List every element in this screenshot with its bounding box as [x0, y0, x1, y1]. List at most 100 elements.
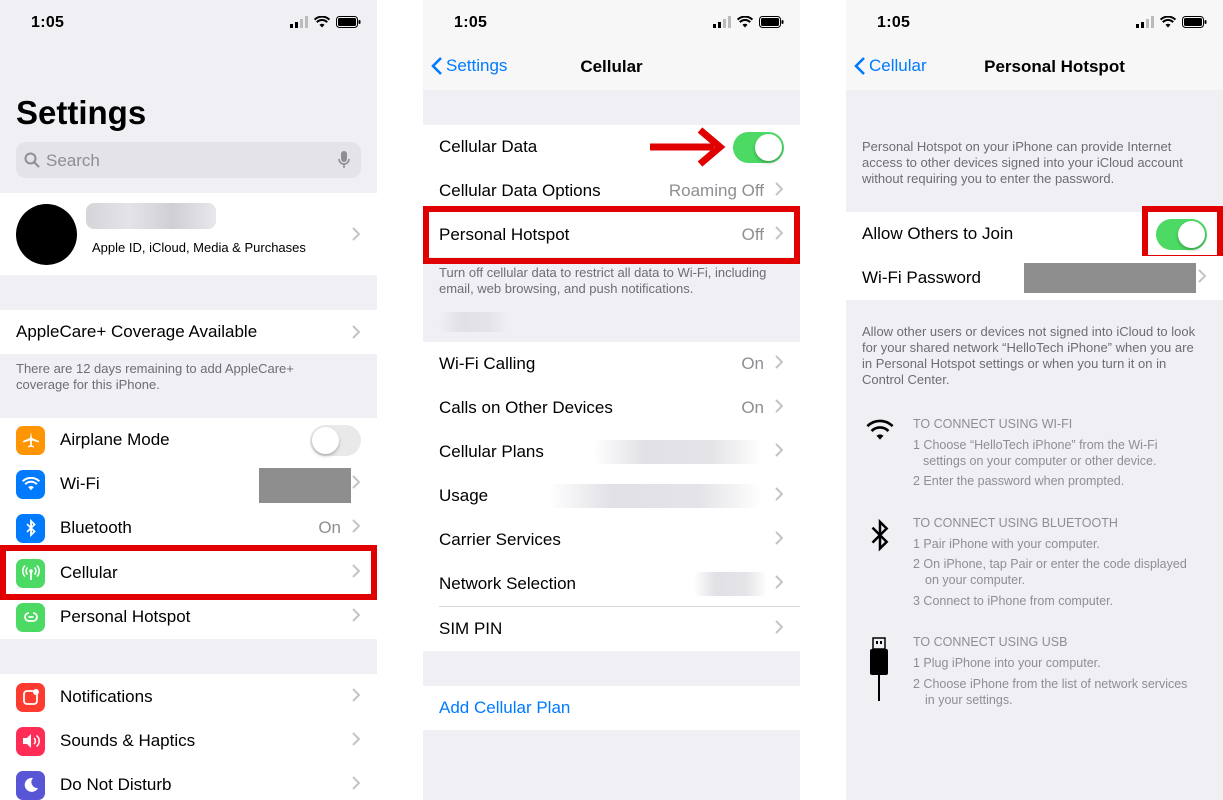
- add-cellular-plan-link[interactable]: Add Cellular Plan: [439, 698, 570, 718]
- page-title: Settings: [16, 94, 147, 131]
- wifi-status-icon: [737, 16, 753, 28]
- settings-row-sounds[interactable]: Sounds & Haptics: [0, 719, 377, 763]
- wifi-status-icon: [1160, 16, 1176, 28]
- wifi-network-redacted: [259, 468, 351, 503]
- wifi-status-icon: [314, 16, 330, 28]
- instruction-line: 2 Choose iPhone from the list of network…: [913, 677, 1188, 691]
- airplane-mode-toggle[interactable]: [310, 425, 361, 456]
- nav-bar: Settings Cellular: [423, 44, 800, 90]
- apple-id-row[interactable]: Apple ID, iCloud, Media & Purchases: [0, 193, 377, 275]
- settings-row-bluetooth[interactable]: Bluetooth On: [0, 506, 377, 550]
- blurred-value: [593, 440, 763, 464]
- microphone-icon[interactable]: [338, 151, 350, 169]
- calls-other-devices-row[interactable]: Calls on Other Devices On: [423, 386, 800, 430]
- applecare-row[interactable]: AppleCare+ Coverage Available: [0, 310, 377, 354]
- notifications-icon-box: [16, 682, 45, 712]
- avatar: [16, 204, 77, 265]
- settings-row-cellular[interactable]: Cellular: [0, 551, 377, 595]
- instruction-line: 2 Enter the password when prompted.: [913, 474, 1125, 488]
- hotspot-icon: [23, 612, 38, 622]
- settings-screen: 1:05 Settings Search Apple ID, iCloud, M…: [0, 0, 377, 800]
- chevron-right-icon: [352, 776, 360, 790]
- signal-icon: [1136, 16, 1154, 28]
- chevron-right-icon: [352, 227, 360, 241]
- bluetooth-instructions-heading: TO CONNECT USING BLUETOOTH: [913, 516, 1118, 530]
- personal-hotspot-row[interactable]: Personal Hotspot Off: [423, 213, 800, 257]
- cellular-screen: 1:05 Settings Cellular Cellular Data Cel…: [423, 0, 800, 800]
- add-cellular-plan-row[interactable]: Add Cellular Plan: [423, 686, 800, 730]
- data-options-value: Roaming Off: [668, 181, 764, 200]
- allow-others-toggle[interactable]: [1156, 219, 1207, 250]
- status-bar: 1:05: [423, 0, 800, 44]
- notifications-icon: [22, 689, 39, 705]
- chevron-right-icon: [352, 732, 360, 746]
- cellular-data-label: Cellular Data: [439, 137, 538, 156]
- instruction-line: 1 Pair iPhone with your computer.: [913, 537, 1100, 551]
- battery-icon: [759, 16, 784, 28]
- dnd-icon-box: [16, 770, 45, 800]
- data-options-label: Cellular Data Options: [439, 181, 601, 200]
- chevron-right-icon: [1198, 269, 1206, 283]
- status-indicators: [713, 16, 784, 28]
- settings-value-bluetooth: On: [318, 518, 341, 537]
- settings-label-cellular: Cellular: [60, 563, 118, 582]
- airplane-mode-icon-box: [16, 425, 45, 455]
- cellular-data-toggle[interactable]: [733, 132, 784, 163]
- allow-others-row[interactable]: Allow Others to Join: [846, 212, 1223, 256]
- applecare-note: There are 12 days remaining to add Apple…: [16, 361, 294, 392]
- cellular-data-options-row[interactable]: Cellular Data Options Roaming Off: [423, 169, 800, 213]
- settings-label-hotspot: Personal Hotspot: [60, 607, 191, 626]
- search-bar[interactable]: Search: [16, 142, 361, 178]
- cellular-data-row[interactable]: Cellular Data: [423, 125, 800, 169]
- settings-label-dnd: Do Not Disturb: [60, 775, 172, 794]
- applecare-label: AppleCare+ Coverage Available: [16, 322, 258, 341]
- carrier-services-row[interactable]: Carrier Services: [423, 518, 800, 562]
- cellular-icon-box: [16, 558, 45, 588]
- bluetooth-connect-icon: [871, 518, 889, 552]
- chevron-right-icon: [775, 399, 783, 413]
- status-indicators: [1136, 16, 1207, 28]
- settings-row-airplane[interactable]: Airplane Mode: [0, 418, 377, 462]
- wifi-password-label: Wi-Fi Password: [862, 268, 982, 287]
- blurred-caption: [439, 312, 509, 332]
- status-bar: 1:05: [0, 0, 377, 44]
- chevron-right-icon: [775, 182, 783, 196]
- search-icon: [24, 152, 40, 168]
- row-label: SIM PIN: [439, 619, 503, 638]
- chevron-left-icon: [854, 57, 865, 75]
- cellular-plans-row[interactable]: Cellular Plans: [423, 430, 800, 474]
- sim-pin-row[interactable]: SIM PIN: [423, 607, 800, 651]
- settings-row-notifications[interactable]: Notifications: [0, 675, 377, 719]
- row-label: Cellular Plans: [439, 442, 544, 461]
- airplane-icon: [22, 432, 39, 448]
- usage-row[interactable]: Usage: [423, 474, 800, 518]
- wifi-calling-row[interactable]: Wi-Fi Calling On: [423, 342, 800, 386]
- wifi-instructions-heading: TO CONNECT USING WI-FI: [913, 417, 1073, 431]
- blurred-value: [548, 484, 763, 508]
- network-selection-row[interactable]: Network Selection: [423, 562, 800, 606]
- nav-title: Personal Hotspot: [984, 57, 1125, 76]
- instruction-line: 1 Choose “HelloTech iPhone” from the Wi-…: [913, 438, 1158, 452]
- settings-row-hotspot[interactable]: Personal Hotspot: [0, 595, 377, 639]
- search-input[interactable]: Search: [46, 151, 100, 171]
- red-arrow-icon: [650, 127, 726, 167]
- hotspot-value: Off: [741, 225, 764, 244]
- instruction-line: in your settings.: [925, 693, 1013, 707]
- chevron-right-icon: [352, 688, 360, 702]
- chevron-right-icon: [775, 226, 783, 240]
- chevron-right-icon: [775, 487, 783, 501]
- chevron-right-icon: [352, 519, 360, 533]
- moon-icon: [24, 777, 38, 792]
- account-subtitle: Apple ID, iCloud, Media & Purchases: [92, 240, 306, 255]
- row-label: Usage: [439, 486, 489, 505]
- chevron-right-icon: [775, 443, 783, 457]
- settings-row-dnd[interactable]: Do Not Disturb: [0, 763, 377, 800]
- chevron-right-icon: [352, 564, 360, 578]
- sounds-icon-box: [16, 726, 45, 756]
- chevron-right-icon: [775, 531, 783, 545]
- nav-title: Cellular: [580, 57, 643, 76]
- row-label: Calls on Other Devices: [439, 398, 613, 417]
- instruction-line: settings on your computer or other devic…: [923, 454, 1157, 468]
- blurred-value: [693, 572, 768, 596]
- bluetooth-icon: [25, 519, 36, 537]
